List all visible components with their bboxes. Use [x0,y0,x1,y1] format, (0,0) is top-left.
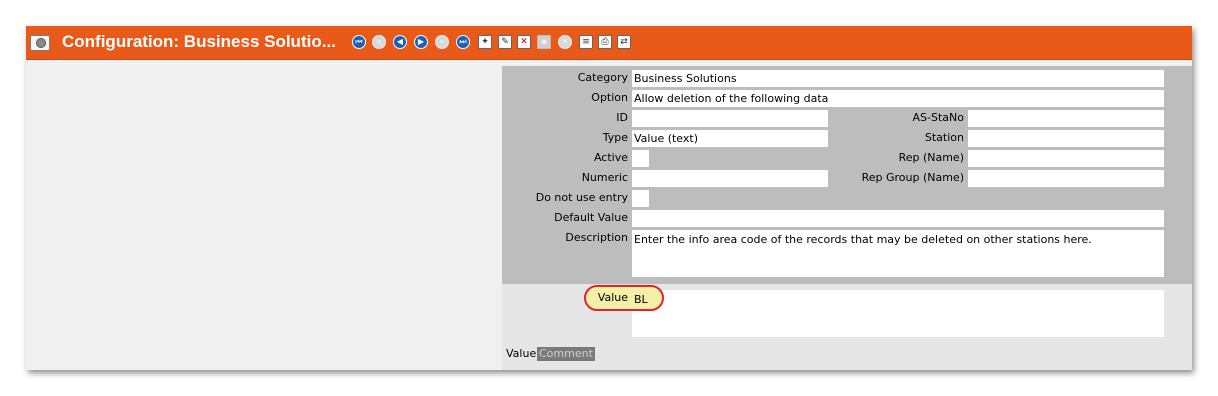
default-value-label: Default Value [554,211,628,224]
numeric-field[interactable] [632,170,828,187]
previous-record-icon[interactable]: ◀ [393,35,407,49]
new-record-icon[interactable]: ✦ [478,35,492,49]
as-stano-label: AS-StaNo [912,111,964,124]
list-view-icon[interactable]: ≡ [579,35,593,49]
category-field[interactable]: Business Solutions [632,70,1164,87]
last-record-icon[interactable]: ⏭ [456,35,470,49]
configuration-app-icon [30,35,50,51]
tab-value[interactable]: Value [506,347,536,361]
do-not-use-entry-checkbox[interactable] [632,190,649,207]
do-not-use-entry-label: Do not use entry [535,191,628,204]
edit-record-icon[interactable]: ✎ [498,35,512,49]
option-label: Option [591,91,628,104]
description-field[interactable]: Enter the info area code of the records … [632,230,1164,277]
value-field[interactable]: BL [632,290,1164,337]
value-label: Value [597,291,628,304]
rep-group-field[interactable] [968,170,1164,187]
first-record-icon[interactable]: ⏮ [352,35,366,49]
configuration-window: Configuration: Business Solutio... ⏮ « ◀… [26,26,1192,370]
window-title: Configuration: Business Solutio... [62,32,336,51]
description-label: Description [565,231,628,244]
next-record-icon[interactable]: ▶ [414,35,428,49]
previous-page-disabled-icon: « [372,35,386,49]
tab-comment[interactable]: Comment [537,347,595,361]
numeric-label: Numeric [581,171,628,184]
record-detail-panel: Category Business Solutions Option Allow… [502,66,1192,370]
id-field[interactable] [632,110,828,127]
title-bar: Configuration: Business Solutio... ⏮ « ◀… [26,26,1192,60]
id-label: ID [616,111,628,124]
active-checkbox[interactable] [632,150,649,167]
type-field[interactable]: Value (text) [632,130,828,147]
rep-group-label: Rep Group (Name) [861,171,964,184]
station-label: Station [924,131,964,144]
default-value-field[interactable] [632,210,1164,227]
type-label: Type [602,131,628,144]
rep-name-label: Rep (Name) [898,151,964,164]
delete-record-icon[interactable]: ✕ [517,35,531,49]
record-fields-area: Category Business Solutions Option Allow… [502,66,1192,284]
print-icon[interactable]: ⎙ [598,35,612,49]
option-field[interactable]: Allow deletion of the following data [632,90,1164,107]
cancel-disabled-icon: ✕ [558,35,572,49]
export-icon[interactable]: ⇄ [617,35,631,49]
category-label: Category [577,71,628,84]
save-disabled-icon: ▪ [537,35,551,49]
active-label: Active [593,151,628,164]
rep-name-field[interactable] [968,150,1164,167]
next-page-disabled-icon: » [435,35,449,49]
station-field[interactable] [968,130,1164,147]
as-stano-field[interactable] [968,110,1164,127]
